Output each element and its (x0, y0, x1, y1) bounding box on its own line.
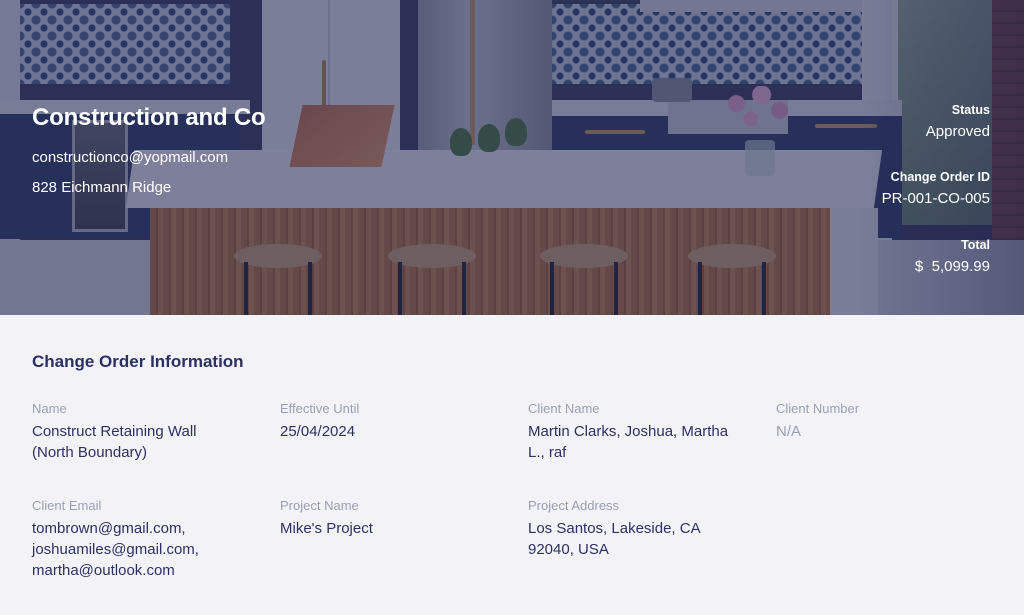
field-label: Client Email (32, 498, 102, 513)
change-order-information-section: Change Order Information Name Construct … (0, 315, 1024, 615)
total-value: $ 5,099.99 (914, 258, 990, 275)
change-order-id-label: Change Order ID (890, 170, 990, 184)
field-value: Mike's Project (280, 520, 373, 537)
field-client-name: Client Name Martin Clarks, Joshua, Marth… (528, 401, 753, 463)
company-email[interactable]: constructionco@yopmail.com (32, 149, 228, 166)
field-name: Name Construct Retaining Wall (North Bou… (32, 401, 257, 463)
field-value: N/A (776, 423, 802, 440)
status-label: Status (951, 103, 990, 117)
field-value: Construct Retaining Wall (North Boundary… (32, 423, 197, 461)
field-label: Name (32, 401, 67, 416)
hero-banner: Construction and Co constructionco@yopma… (0, 0, 1024, 315)
field-project-name: Project Name Mike's Project (280, 498, 505, 539)
field-label: Project Address (528, 498, 620, 513)
field-client-number: Client Number N/A (776, 401, 1001, 442)
field-project-address: Project Address Los Santos, Lakeside, CA… (528, 498, 753, 560)
field-client-email: Client Email tombrown@gmail.com, joshuam… (32, 498, 257, 581)
field-effective-until: Effective Until 25/04/2024 (280, 401, 505, 442)
field-value: tombrown@gmail.com, joshuamiles@gmail.co… (32, 520, 199, 579)
field-label: Client Name (528, 401, 600, 416)
field-label: Project Name (280, 498, 359, 513)
field-value: Los Santos, Lakeside, CA 92040, USA (528, 520, 700, 558)
status-value: Approved (925, 123, 990, 140)
field-value: Martin Clarks, Joshua, Martha L., raf (528, 423, 729, 461)
company-address: 828 Eichmann Ridge (32, 179, 172, 196)
total-block: Total $ 5,099.99 (915, 238, 990, 275)
company-name: Construction and Co (32, 104, 266, 131)
section-title: Change Order Information (32, 352, 244, 371)
change-order-id-value: PR-001-CO-005 (881, 190, 990, 207)
status-block: Status Approved (926, 103, 990, 140)
change-order-id-block: Change Order ID PR-001-CO-005 (882, 170, 990, 207)
field-label: Effective Until (280, 401, 360, 416)
field-label: Client Number (776, 401, 860, 416)
total-label: Total (961, 238, 990, 252)
field-value: 25/04/2024 (280, 423, 356, 440)
